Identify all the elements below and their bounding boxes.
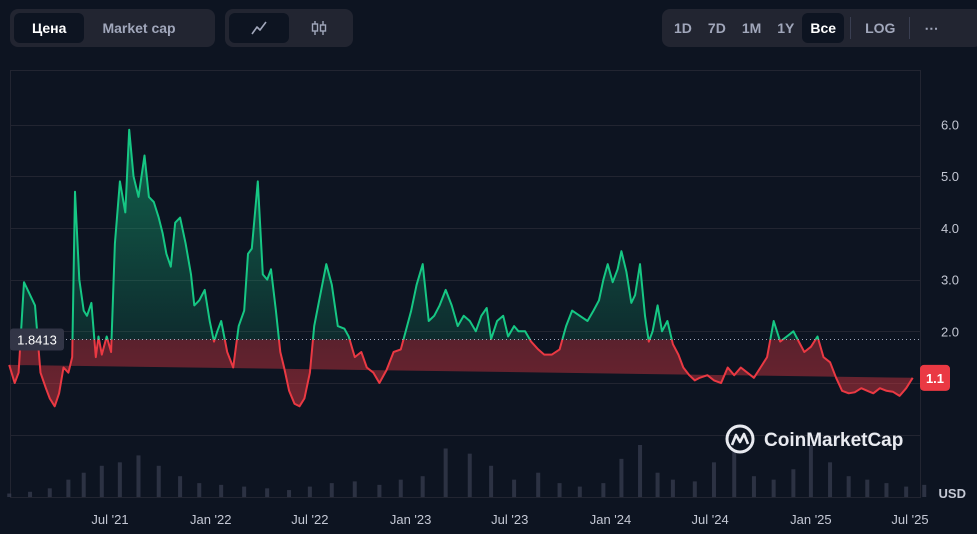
volume-bar bbox=[922, 484, 927, 497]
volume-bar bbox=[156, 465, 161, 497]
x-tick-label: Jan '22 bbox=[190, 512, 232, 527]
volume-bar bbox=[7, 493, 12, 497]
volume-bar bbox=[307, 486, 312, 497]
volume-bar bbox=[398, 479, 403, 497]
x-tick-label: Jul '25 bbox=[891, 512, 928, 527]
volume-bar bbox=[467, 453, 472, 497]
volume-bar bbox=[884, 483, 889, 497]
price-chart[interactable]: 2.0 3.0 4.0 5.0 6.0 Jul '21 Jan '22 Jul '22 Jan… bbox=[0, 0, 977, 534]
volume-bar bbox=[420, 476, 425, 497]
volume-bar bbox=[197, 483, 202, 497]
volume-bar bbox=[846, 476, 851, 497]
volume-bar bbox=[655, 472, 660, 497]
volume-bar bbox=[808, 445, 813, 497]
volume-bar bbox=[771, 479, 776, 497]
y-tick-label: 5.0 bbox=[941, 169, 959, 184]
volume-bar bbox=[536, 472, 541, 497]
reference-value-label: 1.8413 bbox=[17, 333, 57, 348]
x-tick-label: Jan '24 bbox=[590, 512, 632, 527]
volume-bar bbox=[287, 490, 292, 497]
volume-bar bbox=[865, 479, 870, 497]
x-tick-label: Jul '21 bbox=[91, 512, 128, 527]
volume-bar bbox=[904, 486, 909, 497]
y-axis: 2.0 3.0 4.0 5.0 6.0 bbox=[941, 118, 959, 340]
volume-bar bbox=[117, 462, 122, 497]
x-tick-label: Jul '23 bbox=[491, 512, 528, 527]
current-value-label: 1.1 bbox=[926, 371, 944, 386]
y-tick-label: 3.0 bbox=[941, 273, 959, 288]
volume-bar bbox=[377, 484, 382, 497]
volume-bar bbox=[732, 451, 737, 497]
volume-bar bbox=[81, 472, 86, 497]
volume-bar bbox=[828, 462, 833, 497]
volume-bar bbox=[66, 479, 71, 497]
watermark-text: CoinMarketCap bbox=[764, 430, 903, 451]
current-price-label: 1.1 bbox=[920, 364, 950, 391]
y-tick-label: 6.0 bbox=[941, 118, 959, 133]
volume-bar bbox=[512, 479, 517, 497]
volume-bar bbox=[47, 488, 52, 497]
reference-label: 1.8413 bbox=[10, 328, 64, 351]
volume-bars bbox=[7, 445, 927, 497]
x-tick-label: Jan '23 bbox=[390, 512, 432, 527]
volume-bar bbox=[557, 483, 562, 497]
volume-bar bbox=[711, 462, 716, 497]
volume-bar bbox=[329, 483, 334, 497]
volume-bar bbox=[619, 458, 624, 497]
watermark: CoinMarketCap bbox=[725, 424, 903, 454]
volume-bar bbox=[577, 486, 582, 497]
volume-bar bbox=[638, 445, 643, 497]
volume-bar bbox=[443, 448, 448, 497]
y-axis-unit: USD bbox=[939, 486, 966, 501]
y-tick-label: 2.0 bbox=[941, 324, 959, 339]
x-tick-label: Jul '24 bbox=[692, 512, 729, 527]
volume-bar bbox=[219, 484, 224, 497]
coinmarketcap-logo-icon bbox=[725, 424, 755, 454]
volume-bar bbox=[136, 455, 141, 497]
volume-bar bbox=[791, 469, 796, 497]
volume-bar bbox=[692, 481, 697, 497]
volume-bar bbox=[670, 479, 675, 497]
volume-bar bbox=[28, 491, 33, 497]
volume-bar bbox=[751, 476, 756, 497]
volume-bar bbox=[265, 488, 270, 497]
price-area bbox=[8, 128, 914, 408]
volume-bar bbox=[352, 481, 357, 497]
volume-bar bbox=[601, 483, 606, 497]
volume-bar bbox=[489, 465, 494, 497]
x-tick-label: Jan '25 bbox=[790, 512, 832, 527]
x-tick-label: Jul '22 bbox=[291, 512, 328, 527]
volume-bar bbox=[242, 486, 247, 497]
y-tick-label: 4.0 bbox=[941, 221, 959, 236]
x-axis: Jul '21 Jan '22 Jul '22 Jan '23 Jul '23 Jan '… bbox=[91, 512, 928, 527]
volume-bar bbox=[99, 465, 104, 497]
volume-bar bbox=[178, 476, 183, 497]
